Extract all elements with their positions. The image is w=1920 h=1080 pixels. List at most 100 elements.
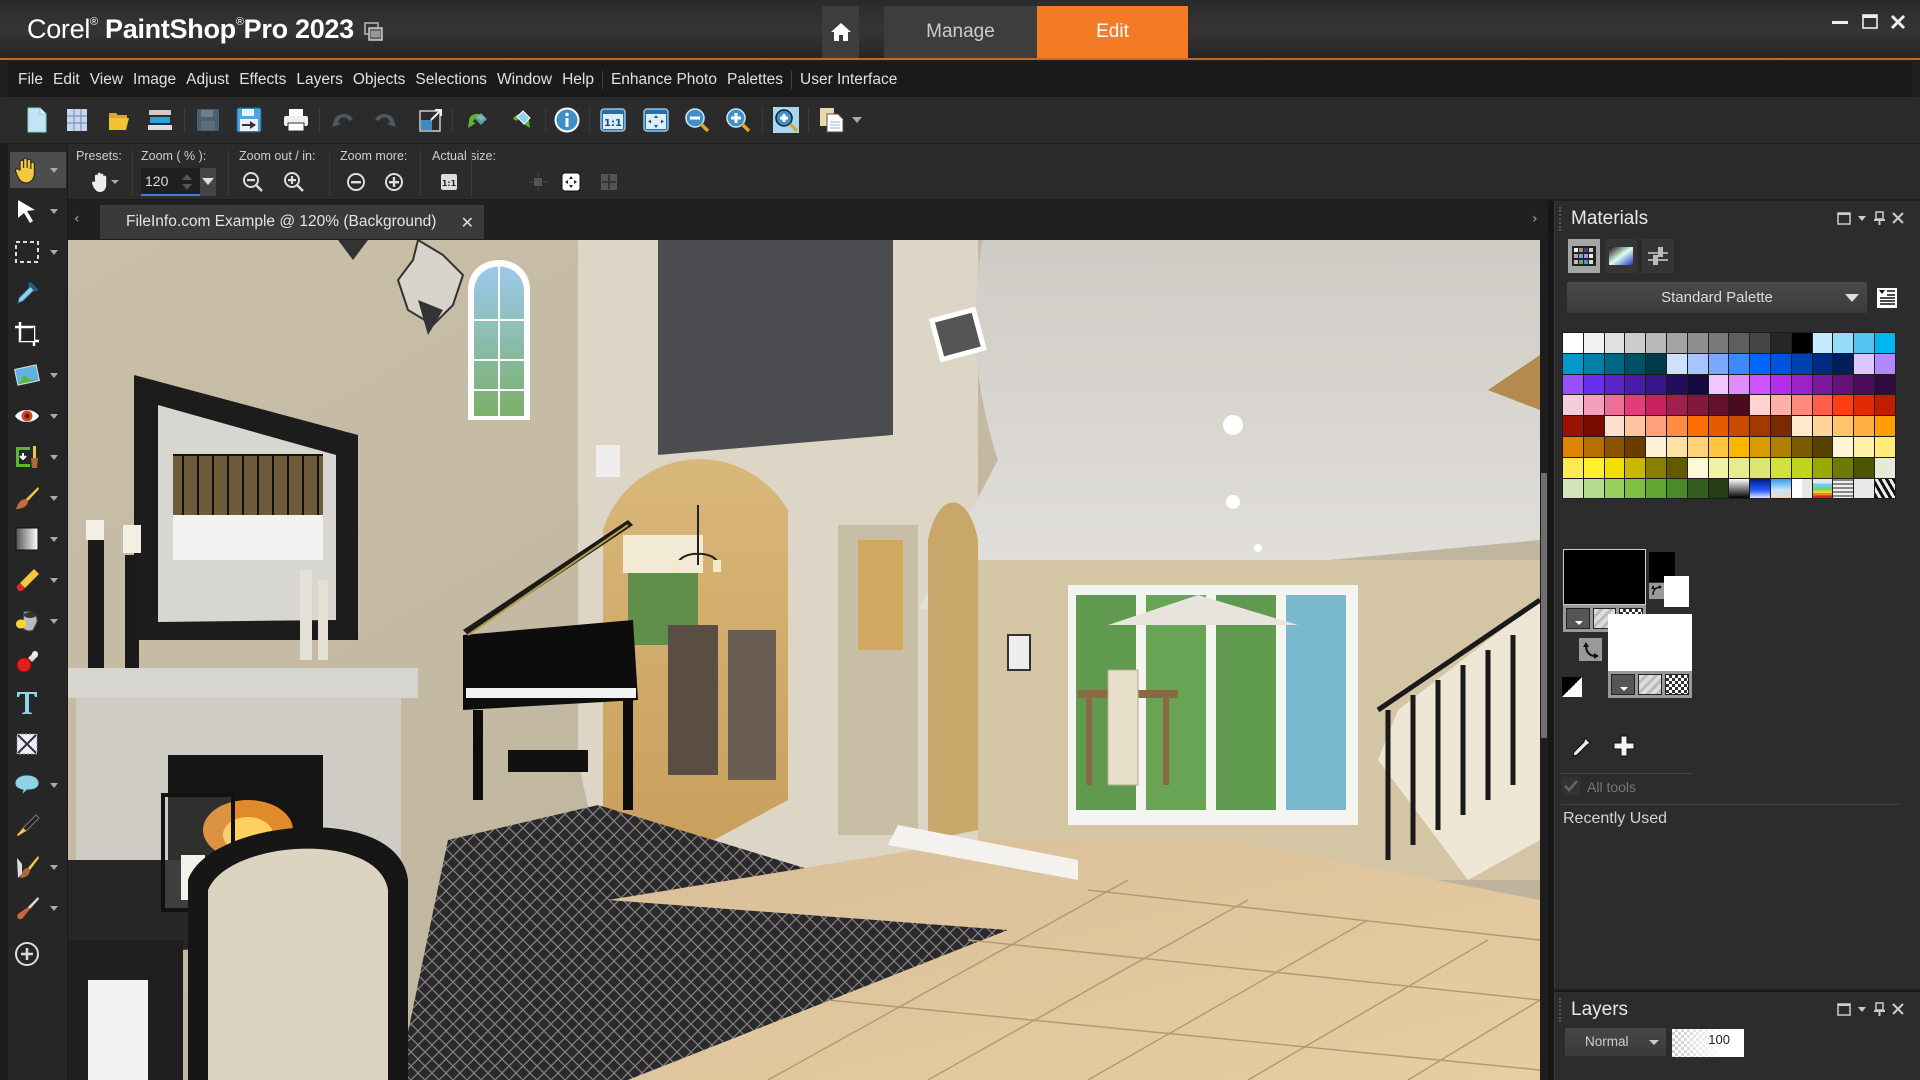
tool-straighten[interactable] xyxy=(10,357,66,393)
tool-pick[interactable] xyxy=(10,193,66,229)
color-swatch[interactable] xyxy=(1625,374,1646,395)
color-swatch[interactable] xyxy=(1874,436,1895,457)
save-as-button[interactable] xyxy=(234,105,264,135)
tool-pen[interactable] xyxy=(10,808,66,844)
image-info-button[interactable] xyxy=(552,105,582,135)
color-swatch[interactable] xyxy=(1687,416,1708,436)
open-button[interactable] xyxy=(104,105,134,135)
tab-edit[interactable]: Edit xyxy=(1037,6,1188,58)
tool-picture-tube[interactable] xyxy=(10,644,66,680)
color-swatch[interactable] xyxy=(1833,333,1854,353)
tool-red-eye[interactable] xyxy=(10,398,66,434)
color-swatch[interactable] xyxy=(1646,457,1666,478)
swap-colors-mini-button[interactable] xyxy=(1649,583,1664,599)
color-swatch[interactable] xyxy=(1791,333,1812,353)
color-swatch[interactable] xyxy=(1729,457,1750,478)
chevron-down-icon[interactable] xyxy=(50,208,58,214)
previous-document-button[interactable]: ‹ xyxy=(74,211,80,227)
color-swatch[interactable] xyxy=(1770,333,1791,353)
maximize-button[interactable] xyxy=(1858,10,1882,34)
color-swatch[interactable] xyxy=(1708,457,1729,478)
color-swatch[interactable] xyxy=(1874,353,1895,374)
color-swatch[interactable] xyxy=(1687,333,1708,353)
color-swatch[interactable] xyxy=(1563,374,1583,395)
color-swatch[interactable] xyxy=(1791,416,1812,436)
close-document-button[interactable]: ✕ xyxy=(461,213,474,232)
tool-paint-brush[interactable] xyxy=(10,480,66,516)
panel-grip[interactable] xyxy=(1559,207,1561,231)
color-swatch[interactable] xyxy=(1854,478,1874,499)
reset-colors-button[interactable] xyxy=(1562,677,1582,697)
color-swatch[interactable] xyxy=(1666,457,1687,478)
color-swatch[interactable] xyxy=(1750,395,1770,416)
color-swatch[interactable] xyxy=(1812,478,1833,499)
new-from-template-button[interactable] xyxy=(62,105,92,135)
pin-panel-button[interactable] xyxy=(1873,211,1885,225)
color-swatch[interactable] xyxy=(1687,436,1708,457)
color-swatch[interactable] xyxy=(1604,333,1625,353)
color-swatch[interactable] xyxy=(1563,333,1583,353)
color-swatch[interactable] xyxy=(1770,478,1791,499)
tool-pan[interactable] xyxy=(10,152,66,188)
tool-clone[interactable] xyxy=(10,439,66,475)
color-swatch[interactable] xyxy=(1729,395,1750,416)
zoom-dropdown[interactable] xyxy=(200,168,216,196)
menu-view[interactable]: View xyxy=(85,71,128,89)
tool-preset-shape[interactable] xyxy=(10,767,66,803)
menu-enhance-photo[interactable]: Enhance Photo xyxy=(606,71,722,89)
close-panel-button[interactable] xyxy=(1892,1003,1904,1015)
color-swatch[interactable] xyxy=(1708,416,1729,436)
color-swatch[interactable] xyxy=(1729,436,1750,457)
color-swatch[interactable] xyxy=(1729,353,1750,374)
color-swatch[interactable] xyxy=(1770,374,1791,395)
color-swatch[interactable] xyxy=(1625,436,1646,457)
chevron-down-icon[interactable] xyxy=(50,495,58,501)
foreground-color-swatch[interactable] xyxy=(1563,549,1646,605)
color-swatch[interactable] xyxy=(1583,478,1604,499)
chevron-down-icon[interactable] xyxy=(50,536,58,542)
palette-select[interactable]: Standard Palette xyxy=(1567,282,1867,313)
color-swatch[interactable] xyxy=(1625,353,1646,374)
color-swatch[interactable] xyxy=(1791,436,1812,457)
color-swatch[interactable] xyxy=(1833,478,1854,499)
menu-objects[interactable]: Objects xyxy=(348,71,411,89)
tool-customize[interactable] xyxy=(10,936,66,972)
chevron-down-icon[interactable] xyxy=(50,167,58,173)
tab-manage[interactable]: Manage xyxy=(884,6,1037,58)
color-swatch[interactable] xyxy=(1646,333,1666,353)
color-swatch[interactable] xyxy=(1770,436,1791,457)
panel-menu-button[interactable] xyxy=(1858,215,1866,221)
color-swatch[interactable] xyxy=(1708,436,1729,457)
color-swatch[interactable] xyxy=(1812,353,1833,374)
color-swatch[interactable] xyxy=(1563,457,1583,478)
menu-window[interactable]: Window xyxy=(492,71,557,89)
presets-button[interactable] xyxy=(88,169,124,195)
tool-eraser[interactable] xyxy=(10,562,66,598)
color-swatch[interactable] xyxy=(1750,478,1770,499)
color-swatch[interactable] xyxy=(1625,395,1646,416)
save-button[interactable] xyxy=(193,105,223,135)
next-document-button[interactable]: › xyxy=(1532,211,1538,227)
color-swatch[interactable] xyxy=(1874,333,1895,353)
color-swatch[interactable] xyxy=(1854,353,1874,374)
tool-retouch[interactable] xyxy=(10,890,66,926)
color-swatch[interactable] xyxy=(1625,416,1646,436)
chevron-down-icon[interactable] xyxy=(50,618,58,624)
color-swatch[interactable] xyxy=(1812,374,1833,395)
color-swatch[interactable] xyxy=(1666,395,1687,416)
color-swatch[interactable] xyxy=(1729,416,1750,436)
foreground-style-button[interactable] xyxy=(1566,608,1590,629)
zoom-more-out-button[interactable] xyxy=(343,169,369,195)
panel-menu-button[interactable] xyxy=(1858,1006,1866,1012)
chevron-down-icon[interactable] xyxy=(50,577,58,583)
tool-warp[interactable] xyxy=(10,726,66,762)
color-swatch[interactable] xyxy=(1770,457,1791,478)
color-swatch[interactable] xyxy=(1854,374,1874,395)
chevron-down-icon[interactable] xyxy=(50,454,58,460)
zoom-out-button[interactable] xyxy=(682,105,712,135)
color-swatch[interactable] xyxy=(1563,436,1583,457)
canvas-vertical-scrollbar[interactable] xyxy=(1540,240,1548,1080)
color-swatch[interactable] xyxy=(1874,478,1895,499)
color-swatch[interactable] xyxy=(1583,374,1604,395)
menu-layers[interactable]: Layers xyxy=(291,71,348,89)
